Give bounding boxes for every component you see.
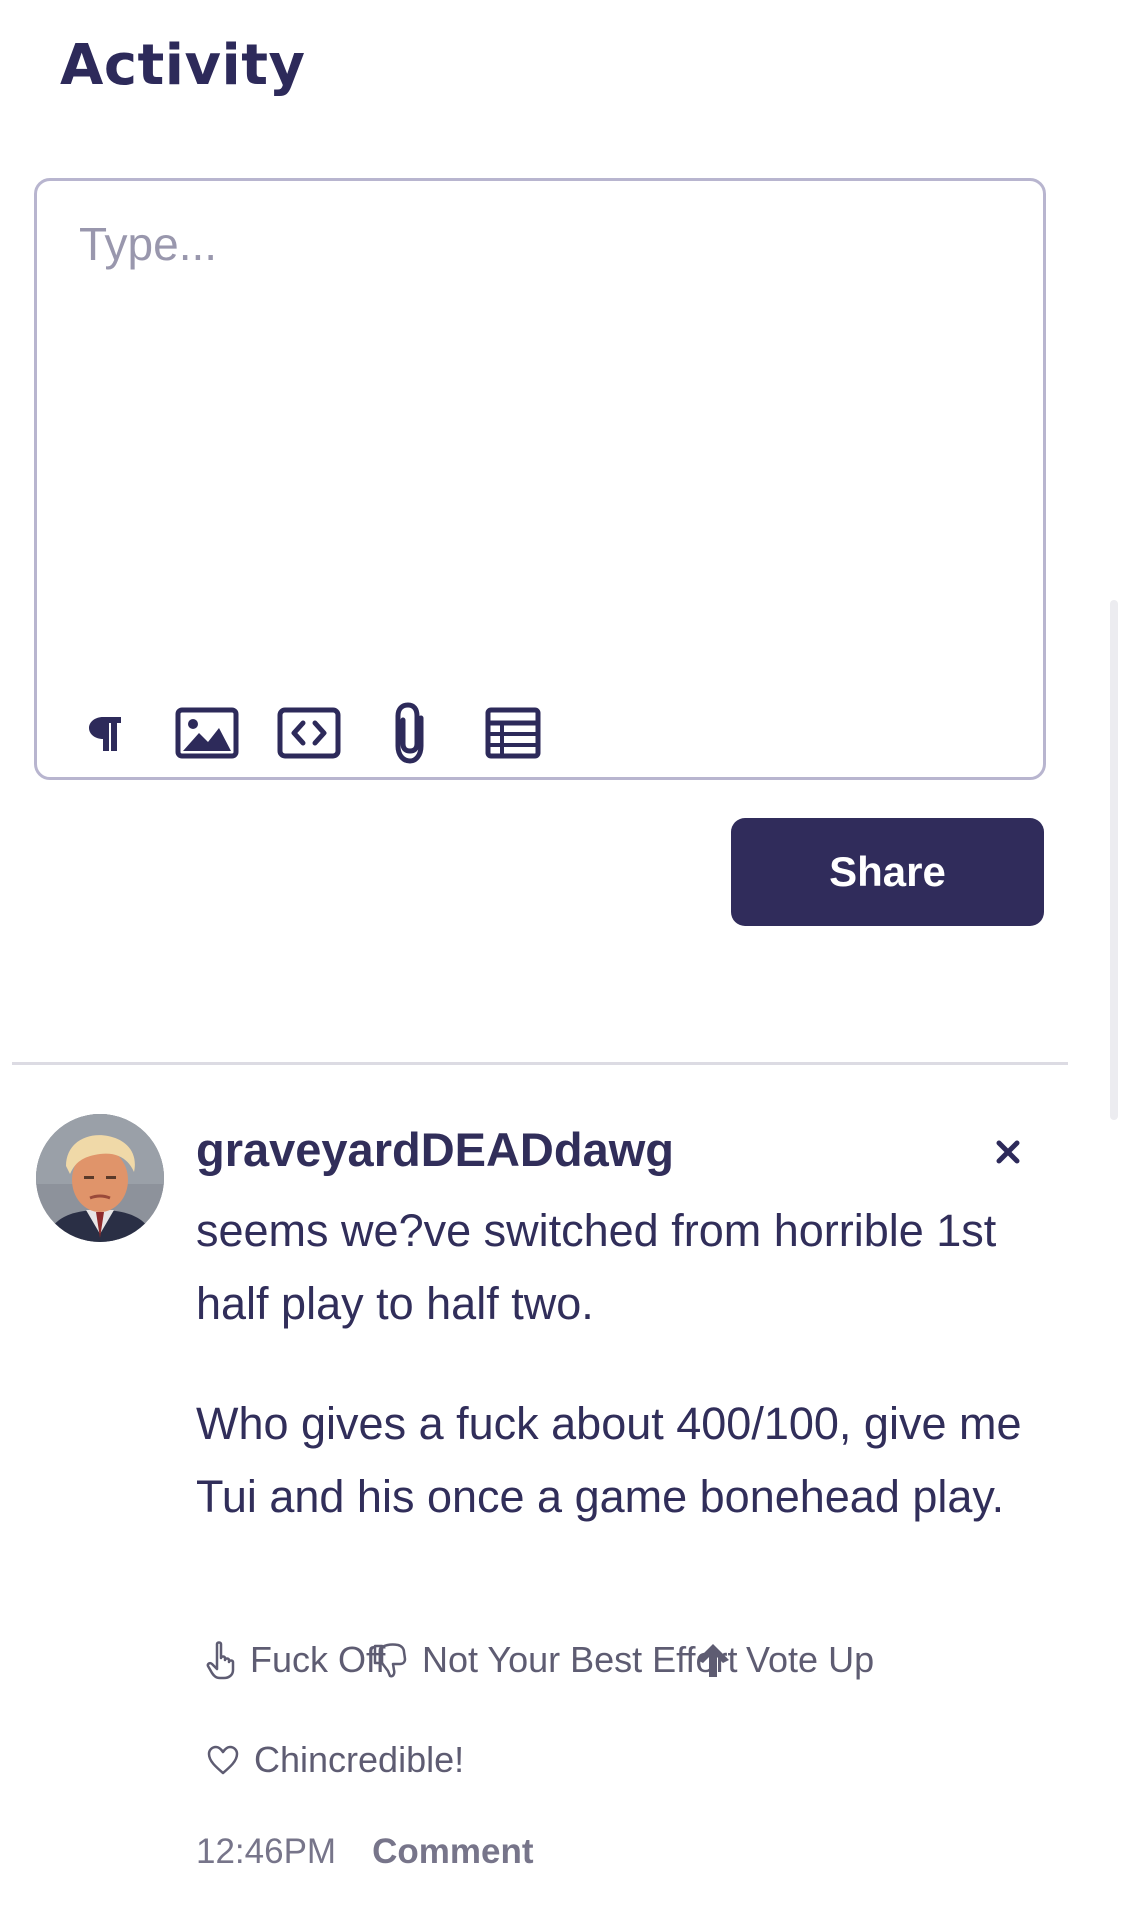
page-title: Activity (60, 33, 306, 98)
insert-image-button[interactable] (175, 701, 239, 765)
reaction-label: Not Your Best Effort (422, 1639, 738, 1680)
close-icon (996, 1140, 1020, 1164)
comment-link[interactable]: Comment (372, 1832, 533, 1872)
reaction-label: Vote Up (746, 1639, 875, 1680)
pointing-hand-icon (206, 1641, 235, 1680)
reaction-chincredible[interactable]: Chincredible! (206, 1730, 464, 1790)
post-paragraph: Who gives a fuck about 400/100, give me … (196, 1398, 1022, 1522)
reaction-not-your-best-effort[interactable]: Not Your Best Effort (372, 1630, 738, 1690)
avatar[interactable] (36, 1114, 164, 1242)
reaction-label: Chincredible! (254, 1739, 465, 1780)
paperclip-icon (395, 702, 424, 764)
delete-post-button[interactable] (984, 1128, 1032, 1176)
arrow-up-icon (697, 1644, 729, 1677)
reaction-label: Fuck Off (250, 1639, 386, 1680)
attach-file-button[interactable] (379, 701, 443, 765)
code-icon (277, 707, 341, 759)
post-meta: 12:46PM Comment (196, 1832, 534, 1872)
reaction-vote-up[interactable]: Vote Up (694, 1630, 874, 1690)
scrollbar[interactable] (1110, 600, 1118, 1120)
post-username[interactable]: graveyardDEADdawg (196, 1120, 674, 1180)
post-paragraph: seems we?ve switched from horrible 1st h… (196, 1205, 997, 1329)
heart-icon (207, 1745, 239, 1775)
editor-toolbar (73, 701, 583, 765)
insert-code-button[interactable] (277, 701, 341, 765)
image-icon (175, 707, 239, 759)
post-body: seems we?ve switched from horrible 1st h… (196, 1194, 1056, 1580)
reaction-fuck-off[interactable]: Fuck Off (206, 1630, 385, 1690)
user-avatar-image (36, 1114, 164, 1242)
post-timestamp: 12:46PM (196, 1832, 337, 1871)
comment-input[interactable] (79, 217, 999, 657)
share-button[interactable]: Share (731, 818, 1044, 926)
table-icon (485, 707, 541, 759)
divider (12, 1062, 1068, 1065)
paragraph-icon (89, 717, 121, 751)
insert-table-button[interactable] (481, 701, 545, 765)
thumbs-down-icon (373, 1643, 407, 1678)
comment-editor (34, 178, 1046, 780)
paragraph-button[interactable] (73, 701, 137, 765)
